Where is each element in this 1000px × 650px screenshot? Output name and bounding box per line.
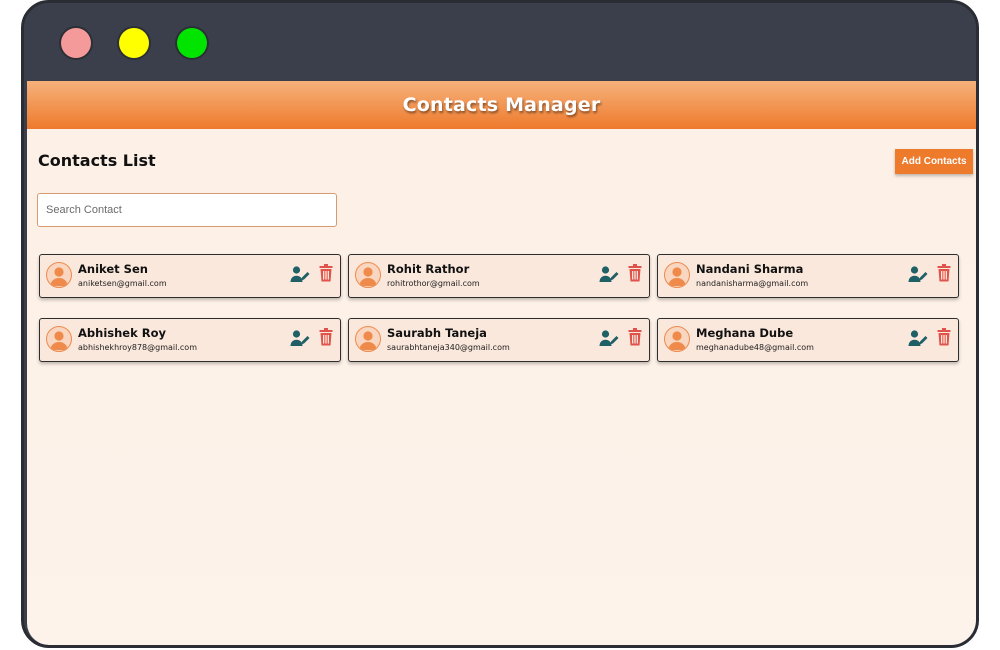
contact-name: Saurabh Taneja	[387, 326, 487, 340]
add-contacts-button[interactable]: Add Contacts	[895, 149, 973, 174]
user-avatar-icon	[355, 262, 381, 288]
app-header: Contacts Manager	[27, 81, 976, 129]
trash-icon[interactable]	[319, 264, 333, 282]
user-avatar-icon	[664, 262, 690, 288]
contact-email: meghanadube48@gmail.com	[696, 343, 814, 352]
trash-icon[interactable]	[937, 328, 951, 346]
contact-email: aniketsen@gmail.com	[78, 279, 167, 288]
contact-email: rohitrothor@gmail.com	[387, 279, 480, 288]
app-title: Contacts Manager	[402, 94, 601, 116]
user-avatar-icon	[355, 326, 381, 352]
contact-card[interactable]: Meghana Dube meghanadube48@gmail.com	[657, 318, 959, 362]
contact-name: Abhishek Roy	[78, 326, 166, 340]
minimize-window-button[interactable]	[119, 28, 149, 58]
contact-name: Meghana Dube	[696, 326, 794, 340]
search-contact-input[interactable]	[37, 193, 337, 227]
edit-user-icon[interactable]	[908, 329, 928, 347]
trash-icon[interactable]	[937, 264, 951, 282]
user-avatar-icon	[664, 326, 690, 352]
contact-email: nandanisharma@gmail.com	[696, 279, 809, 288]
app-screen: Contacts Manager Contacts List Add Conta…	[27, 81, 976, 645]
edit-user-icon[interactable]	[599, 265, 619, 283]
contact-email: abhishekhroy878@gmail.com	[78, 343, 197, 352]
trash-icon[interactable]	[319, 328, 333, 346]
contact-card[interactable]: Abhishek Roy abhishekhroy878@gmail.com	[39, 318, 341, 362]
edit-user-icon[interactable]	[908, 265, 928, 283]
edit-user-icon[interactable]	[290, 329, 310, 347]
edit-user-icon[interactable]	[599, 329, 619, 347]
trash-icon[interactable]	[628, 328, 642, 346]
user-avatar-icon	[46, 326, 72, 352]
contact-card[interactable]: Nandani Sharma nandanisharma@gmail.com	[657, 254, 959, 298]
contact-name: Nandani Sharma	[696, 262, 804, 276]
contact-email: saurabhtaneja340@gmail.com	[387, 343, 510, 352]
contact-card[interactable]: Rohit Rathor rohitrothor@gmail.com	[348, 254, 650, 298]
contact-card[interactable]: Aniket Sen aniketsen@gmail.com	[39, 254, 341, 298]
app-window: Contacts Manager Contacts List Add Conta…	[21, 0, 979, 648]
trash-icon[interactable]	[628, 264, 642, 282]
window-titlebar	[24, 3, 976, 81]
contacts-list-title: Contacts List	[38, 151, 156, 170]
contact-card[interactable]: Saurabh Taneja saurabhtaneja340@gmail.com	[348, 318, 650, 362]
contact-name: Rohit Rathor	[387, 262, 470, 276]
user-avatar-icon	[46, 262, 72, 288]
maximize-window-button[interactable]	[177, 28, 207, 58]
edit-user-icon[interactable]	[290, 265, 310, 283]
close-window-button[interactable]	[61, 28, 91, 58]
contact-name: Aniket Sen	[78, 262, 148, 276]
